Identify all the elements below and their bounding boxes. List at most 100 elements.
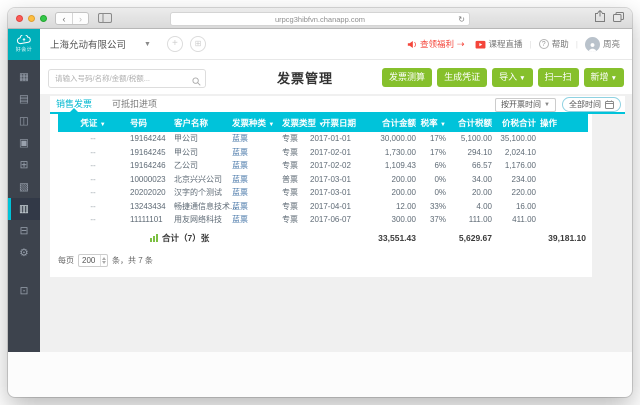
totals-amount: 33,551.43 — [370, 227, 418, 247]
totals-label-cell: 合计（7）张 — [58, 227, 230, 247]
cell-type: 普票 — [280, 173, 308, 187]
cell-date: 2017-03-01 — [308, 173, 370, 187]
cell-date: 2017-03-01 — [308, 186, 370, 200]
invoice-calc-button[interactable]: 发票测算 — [382, 68, 432, 87]
apps-grid-button[interactable]: ⊞ — [190, 36, 206, 52]
table-row[interactable]: --11111101用友网络科技蓝票专票2017-06-07300.0037%1… — [58, 213, 588, 227]
table-header-row: 凭证 ▼ 号码 客户名称 发票种类 ▼ 发票类型 ▼ 开票日期 合计金额 税率 … — [58, 114, 588, 132]
cell-total: 35,100.00 — [494, 132, 538, 146]
promo-link[interactable]: 查领福利 ⇢ — [407, 38, 465, 50]
invoice-table-body: --19164244甲公司蓝票专票2017-01-0130,000.0017%5… — [58, 132, 588, 227]
action-buttons: 发票测算 生成凭证 导入▼ 扫一扫 新增▼ — [382, 68, 624, 87]
cell-type: 专票 — [280, 159, 308, 173]
sidebar-item-salary[interactable]: ⊟ — [8, 220, 40, 242]
add-new-button[interactable]: 新增▼ — [584, 68, 624, 87]
search-icon[interactable] — [192, 73, 201, 91]
col-invoice-type[interactable]: 发票类型 ▼ — [280, 114, 308, 132]
help-link[interactable]: ? 帮助 — [539, 38, 569, 50]
sidebar-item-reports[interactable]: ◫ — [8, 110, 40, 132]
help-icon: ? — [539, 39, 549, 49]
cell-customer: 畅捷通信息技术... — [172, 200, 230, 214]
table-row[interactable]: --19164244甲公司蓝票专票2017-01-0130,000.0017%5… — [58, 132, 588, 146]
sidebar-toggle-icon[interactable] — [98, 13, 112, 23]
add-company-button[interactable]: + — [167, 36, 183, 52]
cell-tax: 66.57 — [448, 159, 494, 173]
sort-by-date-dropdown[interactable]: 按开票时间▼ — [495, 98, 556, 112]
minimize-window-button[interactable] — [28, 15, 35, 22]
cell-rate: 17% — [418, 146, 448, 160]
col-number: 号码 — [128, 114, 172, 132]
invoice-panel: 凭证 ▼ 号码 客户名称 发票种类 ▼ 发票类型 ▼ 开票日期 合计金额 税率 … — [50, 114, 592, 277]
table-row[interactable]: --20202020汉字的个测试蓝票专票2017-03-01200.000%20… — [58, 186, 588, 200]
table-row[interactable]: --19164246乙公司蓝票专票2017-02-021,109.436%66.… — [58, 159, 588, 173]
app-logo[interactable]: 好会计 — [8, 29, 40, 60]
totals-label: 合计（7）张 — [162, 232, 209, 244]
live-course-link[interactable]: 课程直播 — [475, 38, 523, 50]
col-invoice-kind[interactable]: 发票种类 ▼ — [230, 114, 280, 132]
forward-button[interactable]: › — [72, 13, 88, 24]
zoom-window-button[interactable] — [40, 15, 47, 22]
table-row[interactable]: --19164245甲公司蓝票专票2017-02-011,730.0017%29… — [58, 146, 588, 160]
col-amount: 合计金额 — [370, 114, 418, 132]
cell-tax: 4.00 — [448, 200, 494, 214]
company-selector[interactable]: 上海允动有限公司 ▼ — [50, 37, 151, 51]
cell-kind: 蓝票 — [230, 159, 280, 173]
generate-voucher-button[interactable]: 生成凭证 — [437, 68, 487, 87]
cell-customer: 乙公司 — [172, 159, 230, 173]
cell-tax: 34.00 — [448, 173, 494, 187]
sidebar-item-settings[interactable]: ⚙ — [8, 242, 40, 264]
stepper-buttons[interactable] — [100, 255, 107, 266]
active-tab-pointer — [70, 108, 78, 112]
table-row[interactable]: --10000023北京兴兴公司蓝票普票2017-03-01200.000%34… — [58, 173, 588, 187]
col-tax-rate[interactable]: 税率 ▼ — [418, 114, 448, 132]
sidebar-item-ledger[interactable]: ▣ — [8, 132, 40, 154]
screenshot-stage: ‹ › urpcg3hibfvn.chanapp.com ↻ — [0, 0, 640, 405]
cell-amount: 300.00 — [370, 213, 418, 227]
close-window-button[interactable] — [16, 15, 23, 22]
search-input[interactable] — [48, 69, 206, 88]
sidebar-item-voucher[interactable]: ▤ — [8, 88, 40, 110]
filter-controls: 按开票时间▼ 全部时间 — [495, 97, 621, 112]
cell-actions — [538, 213, 588, 227]
cell-type: 专票 — [280, 146, 308, 160]
chevron-down-icon: ▼ — [144, 41, 151, 48]
sidebar-item-checkout[interactable]: ⊡ — [8, 280, 40, 302]
table-row[interactable]: --13243434畅捷通信息技术...蓝票专票2017-04-0112.003… — [58, 200, 588, 214]
cell-actions — [538, 159, 588, 173]
refresh-icon[interactable]: ↻ — [458, 13, 465, 26]
url-text: urpcg3hibfvn.chanapp.com — [275, 15, 365, 24]
cell-amount: 200.00 — [370, 173, 418, 187]
sidebar-item-funds[interactable]: ⊞ — [8, 154, 40, 176]
per-page-label: 每页 — [58, 255, 74, 266]
date-range-picker[interactable]: 全部时间 — [562, 97, 621, 112]
sidebar-item-assets[interactable]: ▧ — [8, 176, 40, 198]
bar-chart-icon — [150, 233, 158, 242]
back-button[interactable]: ‹ — [56, 13, 72, 24]
cell-type: 专票 — [280, 200, 308, 214]
cell-total: 234.00 — [494, 173, 538, 187]
cell-actions — [538, 186, 588, 200]
import-button[interactable]: 导入▼ — [492, 68, 532, 87]
tabs-overview-icon[interactable] — [613, 9, 624, 27]
cell-type: 专票 — [280, 132, 308, 146]
live-label: 课程直播 — [489, 38, 523, 50]
user-menu[interactable]: 周亮 — [585, 37, 620, 52]
cell-date: 2017-02-02 — [308, 159, 370, 173]
tabs-bar: 销售发票 可抵扣进项 按开票时间▼ 全部时间 — [50, 96, 625, 114]
tab-deductible-input[interactable]: 可抵扣进项 — [112, 96, 157, 112]
col-voucher[interactable]: 凭证 ▼ — [58, 114, 128, 132]
salary-icon: ⊟ — [20, 226, 29, 237]
col-customer: 客户名称 — [172, 114, 230, 132]
cell-customer: 甲公司 — [172, 132, 230, 146]
share-icon[interactable] — [595, 9, 605, 27]
url-bar[interactable]: urpcg3hibfvn.chanapp.com ↻ — [170, 12, 470, 26]
sidebar-item-overview[interactable]: ▦ — [8, 66, 40, 88]
ledger-icon: ▣ — [19, 138, 29, 149]
col-total: 价税合计 — [494, 114, 538, 132]
cell-rate: 17% — [418, 132, 448, 146]
sidebar-item-invoice[interactable]: ▥ — [8, 198, 40, 220]
sidebar-nav: ▦▤◫ ▣ ⊞▧▥ ⊟ ⚙ ⊡ — [8, 60, 40, 352]
scan-button[interactable]: 扫一扫 — [538, 68, 579, 87]
cell-total: 1,176.00 — [494, 159, 538, 173]
cell-amount: 12.00 — [370, 200, 418, 214]
